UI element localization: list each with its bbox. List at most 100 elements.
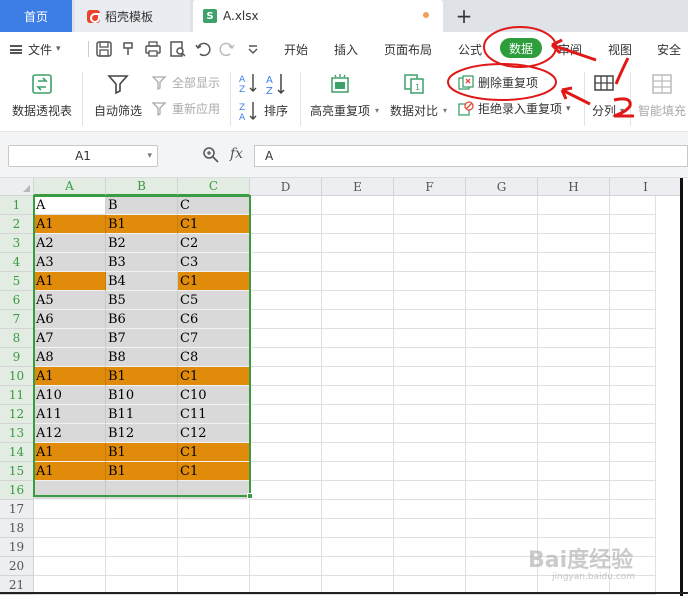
redo-icon[interactable] xyxy=(218,40,236,58)
cell-e16[interactable] xyxy=(322,481,394,500)
cell-e14[interactable] xyxy=(322,443,394,462)
menu-tab-security[interactable]: 安全 xyxy=(657,32,681,66)
cell-e5[interactable] xyxy=(322,272,394,291)
cell-d11[interactable] xyxy=(250,386,322,405)
cell-i1[interactable] xyxy=(610,196,656,215)
cell-f18[interactable] xyxy=(394,519,466,538)
column-header-h[interactable]: H xyxy=(538,178,610,196)
row-header-4[interactable]: 4 xyxy=(0,253,34,272)
cell-h14[interactable] xyxy=(538,443,610,462)
text-to-columns-button[interactable]: 分列 xyxy=(592,72,616,119)
cell-f14[interactable] xyxy=(394,443,466,462)
row-header-2[interactable]: 2 xyxy=(0,215,34,234)
cell-c20[interactable] xyxy=(178,557,250,576)
cell-d9[interactable] xyxy=(250,348,322,367)
insert-function-button[interactable]: fx xyxy=(230,146,243,162)
cell-f8[interactable] xyxy=(394,329,466,348)
cell-f4[interactable] xyxy=(394,253,466,272)
menu-tab-home[interactable]: 开始 xyxy=(284,32,308,66)
cell-e8[interactable] xyxy=(322,329,394,348)
cell-d16[interactable] xyxy=(250,481,322,500)
cell-a13[interactable]: A12 xyxy=(34,424,106,443)
cell-i3[interactable] xyxy=(610,234,656,253)
cell-a19[interactable] xyxy=(34,538,106,557)
cell-c4[interactable]: C3 xyxy=(178,253,250,272)
sort-button[interactable]: AZ 排序 xyxy=(264,72,288,119)
cell-g15[interactable] xyxy=(466,462,538,481)
cell-g16[interactable] xyxy=(466,481,538,500)
cell-b8[interactable]: B7 xyxy=(106,329,178,348)
cell-a10[interactable]: A1 xyxy=(34,367,106,386)
column-header-e[interactable]: E xyxy=(322,178,394,196)
cell-f6[interactable] xyxy=(394,291,466,310)
cell-d2[interactable] xyxy=(250,215,322,234)
cell-b11[interactable]: B10 xyxy=(106,386,178,405)
cell-h8[interactable] xyxy=(538,329,610,348)
cell-e19[interactable] xyxy=(322,538,394,557)
cell-i18[interactable] xyxy=(610,519,656,538)
row-header-9[interactable]: 9 xyxy=(0,348,34,367)
cell-e9[interactable] xyxy=(322,348,394,367)
autofilter-button[interactable]: 自动筛选 xyxy=(94,72,142,119)
cell-c1[interactable]: C xyxy=(178,196,250,215)
cell-c3[interactable]: C2 xyxy=(178,234,250,253)
cell-f20[interactable] xyxy=(394,557,466,576)
cell-a8[interactable]: A7 xyxy=(34,329,106,348)
menu-tab-data-active[interactable]: 数据 xyxy=(500,38,542,58)
undo-icon[interactable] xyxy=(194,40,212,58)
print-icon[interactable] xyxy=(144,40,162,58)
row-header-6[interactable]: 6 xyxy=(0,291,34,310)
column-header-i[interactable]: I xyxy=(610,178,682,196)
cell-f11[interactable] xyxy=(394,386,466,405)
fill-handle[interactable] xyxy=(247,493,253,499)
cell-e11[interactable] xyxy=(322,386,394,405)
customize-toolbar-icon[interactable] xyxy=(244,40,262,58)
menu-tab-formulas[interactable]: 公式 xyxy=(458,32,482,66)
cell-a11[interactable]: A10 xyxy=(34,386,106,405)
cell-f2[interactable] xyxy=(394,215,466,234)
column-header-c[interactable]: C xyxy=(178,178,250,196)
cell-d8[interactable] xyxy=(250,329,322,348)
row-header-16[interactable]: 16 xyxy=(0,481,34,500)
cell-g3[interactable] xyxy=(466,234,538,253)
cell-c13[interactable]: C12 xyxy=(178,424,250,443)
row-header-20[interactable]: 20 xyxy=(0,557,34,576)
cell-a12[interactable]: A11 xyxy=(34,405,106,424)
cell-c17[interactable] xyxy=(178,500,250,519)
cell-e6[interactable] xyxy=(322,291,394,310)
cell-g9[interactable] xyxy=(466,348,538,367)
cell-b10[interactable]: B1 xyxy=(106,367,178,386)
cell-c16[interactable] xyxy=(178,481,250,500)
cell-d19[interactable] xyxy=(250,538,322,557)
cell-e10[interactable] xyxy=(322,367,394,386)
cell-d1[interactable] xyxy=(250,196,322,215)
cell-b20[interactable] xyxy=(106,557,178,576)
cell-b7[interactable]: B6 xyxy=(106,310,178,329)
cell-i13[interactable] xyxy=(610,424,656,443)
column-header-g[interactable]: G xyxy=(466,178,538,196)
cell-a1[interactable]: A xyxy=(34,196,106,215)
cell-c6[interactable]: C5 xyxy=(178,291,250,310)
cell-c7[interactable]: C6 xyxy=(178,310,250,329)
cell-a5[interactable]: A1 xyxy=(34,272,106,291)
cell-h11[interactable] xyxy=(538,386,610,405)
cell-h13[interactable] xyxy=(538,424,610,443)
cell-a15[interactable]: A1 xyxy=(34,462,106,481)
row-header-19[interactable]: 19 xyxy=(0,538,34,557)
cell-b5[interactable]: B4 xyxy=(106,272,178,291)
cell-d7[interactable] xyxy=(250,310,322,329)
cell-f12[interactable] xyxy=(394,405,466,424)
cell-g2[interactable] xyxy=(466,215,538,234)
cell-a2[interactable]: A1 xyxy=(34,215,106,234)
cell-e3[interactable] xyxy=(322,234,394,253)
tab-file-axlsx[interactable]: S A.xlsx xyxy=(193,0,443,32)
cell-h18[interactable] xyxy=(538,519,610,538)
cell-h7[interactable] xyxy=(538,310,610,329)
cell-d14[interactable] xyxy=(250,443,322,462)
cell-e18[interactable] xyxy=(322,519,394,538)
sort-ascending-icon[interactable]: AZ xyxy=(238,72,260,94)
cell-d20[interactable] xyxy=(250,557,322,576)
cell-e13[interactable] xyxy=(322,424,394,443)
cell-g11[interactable] xyxy=(466,386,538,405)
cell-c14[interactable]: C1 xyxy=(178,443,250,462)
